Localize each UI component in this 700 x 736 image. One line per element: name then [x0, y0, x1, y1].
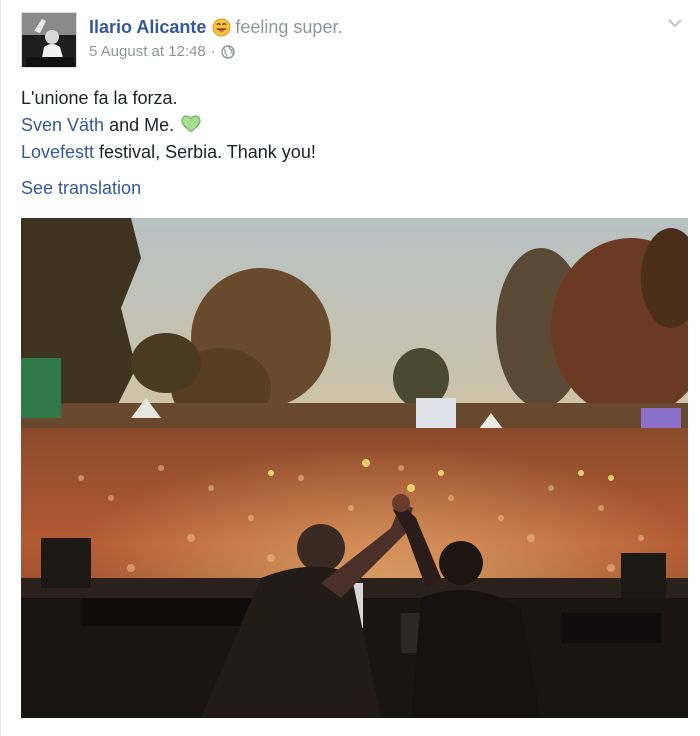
mention-sven-vath[interactable]: Sven Väth: [21, 115, 104, 135]
message-line-3-text: festival, Serbia. Thank you!: [94, 142, 316, 162]
message-line-1-text: L'unione fa la forza.: [21, 88, 178, 108]
author-avatar[interactable]: [21, 12, 77, 68]
chevron-down-icon[interactable]: [666, 14, 684, 32]
message-line-2-text: and Me.: [104, 115, 180, 135]
globe-icon[interactable]: [221, 44, 235, 59]
meta-separator: ·: [210, 43, 216, 60]
author-name[interactable]: Ilario Alicante: [89, 17, 206, 38]
feed-post: Ilario Alicante feeling super. 5 August …: [0, 0, 700, 736]
post-timestamp[interactable]: 5 August at 12:48: [89, 43, 206, 60]
tongue-out-emoji-icon: [212, 17, 231, 37]
message-line-1: L'unione fa la forza.: [21, 85, 316, 112]
mention-lovefestt[interactable]: Lovefestt: [21, 142, 94, 162]
green-heart-icon: [181, 115, 201, 133]
see-translation-link[interactable]: See translation: [21, 178, 141, 199]
post-photo[interactable]: [21, 218, 688, 718]
avatar-photo: [22, 13, 76, 67]
feeling-text: feeling super.: [235, 16, 343, 37]
message-line-3: Lovefestt festival, Serbia. Thank you!: [21, 139, 316, 166]
author-line: Ilario Alicante feeling super.: [89, 14, 342, 40]
message-line-2: Sven Väth and Me.: [21, 112, 316, 139]
festival-photo: [21, 218, 688, 718]
post-message: L'unione fa la forza. Sven Väth and Me. …: [21, 85, 316, 166]
post-meta: 5 August at 12:48 ·: [89, 43, 235, 60]
